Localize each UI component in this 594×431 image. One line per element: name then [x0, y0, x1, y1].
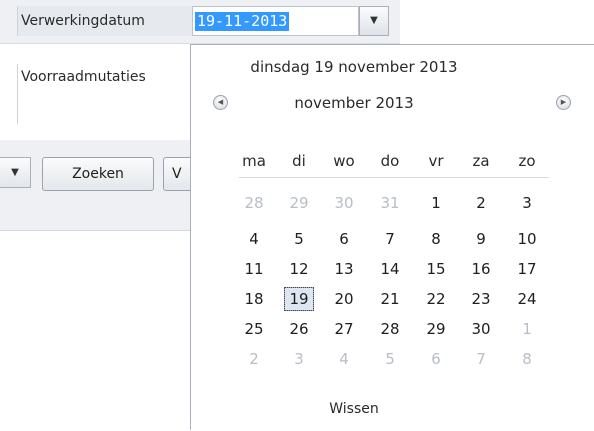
calendar-day[interactable]: 6 [329, 227, 359, 251]
calendar-day[interactable]: 28 [239, 191, 269, 215]
calendar-day[interactable]: 25 [239, 317, 269, 341]
weekday-label: zo [518, 152, 536, 170]
calendar-day[interactable]: 27 [329, 317, 359, 341]
calendar-month-label[interactable]: november 2013 [191, 94, 517, 112]
calendar-day-selected[interactable]: 19 [284, 287, 314, 311]
calendar-day[interactable]: 29 [421, 317, 451, 341]
calendar-day[interactable]: 8 [421, 227, 451, 251]
calendar-day[interactable]: 9 [466, 227, 496, 251]
processing-date-label-text: Verwerkingdatum [21, 13, 145, 29]
calendar-day[interactable]: 16 [466, 257, 496, 281]
stock-mutations-label: Voorraadmutaties [17, 64, 146, 124]
calendar-day[interactable]: 1 [512, 317, 542, 341]
calendar-day[interactable]: 17 [512, 257, 542, 281]
calendar-day[interactable]: 5 [375, 347, 405, 371]
weekday-label: vr [428, 152, 444, 170]
next-month-button[interactable]: ▶ [556, 95, 571, 110]
chevron-right-icon: ▶ [560, 98, 567, 106]
calendar-day[interactable]: 7 [466, 347, 496, 371]
chevron-down-icon: ▼ [370, 15, 378, 26]
calendar-day[interactable]: 3 [284, 347, 314, 371]
calendar-day[interactable]: 7 [375, 227, 405, 251]
calendar-day[interactable]: 3 [512, 191, 542, 215]
weekday-header: ma di wo do vr za zo [237, 152, 553, 174]
weekday-label: wo [333, 152, 355, 170]
chevron-down-icon: ▼ [11, 167, 19, 178]
calendar-day[interactable]: 12 [284, 257, 314, 281]
calendar-day[interactable]: 15 [421, 257, 451, 281]
processing-date-input[interactable]: 19-11-2013 [192, 6, 359, 36]
weekday-label: za [472, 152, 490, 170]
calendar-day[interactable]: 20 [329, 287, 359, 311]
calendar-day[interactable]: 22 [421, 287, 451, 311]
calendar-day[interactable]: 18 [239, 287, 269, 311]
calendar-day[interactable]: 5 [284, 227, 314, 251]
weekday-label: ma [242, 152, 266, 170]
calendar-day[interactable]: 6 [421, 347, 451, 371]
calendar-day[interactable]: 4 [329, 347, 359, 371]
date-dropdown-button[interactable]: ▼ [359, 6, 389, 36]
calendar-today-title[interactable]: dinsdag 19 november 2013 [191, 58, 517, 76]
calendar-day[interactable]: 30 [329, 191, 359, 215]
calendar-day[interactable]: 23 [466, 287, 496, 311]
weekday-label: do [380, 152, 400, 170]
calendar-day[interactable]: 2 [239, 347, 269, 371]
weekday-label: di [292, 152, 306, 170]
results-area [0, 230, 200, 431]
calendar-day[interactable]: 4 [239, 227, 269, 251]
calendar-day[interactable]: 10 [512, 227, 542, 251]
calendar-day[interactable]: 14 [375, 257, 405, 281]
calendar-day[interactable]: 21 [375, 287, 405, 311]
calendar-day[interactable]: 1 [421, 191, 451, 215]
combo-dropdown-button[interactable]: ▼ [0, 157, 31, 188]
calendar-day[interactable]: 11 [239, 257, 269, 281]
calendar-day[interactable]: 2 [466, 191, 496, 215]
calendar-day[interactable]: 24 [512, 287, 542, 311]
calendar-day[interactable]: 29 [284, 191, 314, 215]
calendar-day[interactable]: 26 [284, 317, 314, 341]
search-button[interactable]: Zoeken [42, 157, 154, 191]
processing-date-value[interactable]: 19-11-2013 [195, 12, 290, 31]
calendar-day[interactable]: 28 [375, 317, 405, 341]
filter-row: Verwerkingdatum 19-11-2013 ▼ [0, 0, 400, 44]
calendar-day[interactable]: 30 [466, 317, 496, 341]
date-picker-popup: dinsdag 19 november 2013 ◀ november 2013… [190, 44, 594, 430]
calendar-day[interactable]: 13 [329, 257, 359, 281]
calendar-day[interactable]: 31 [375, 191, 405, 215]
processing-date-label: Verwerkingdatum [17, 6, 193, 36]
calendar-day[interactable]: 8 [512, 347, 542, 371]
weekday-divider [239, 177, 549, 178]
clear-date-button[interactable]: Wissen [191, 401, 517, 417]
